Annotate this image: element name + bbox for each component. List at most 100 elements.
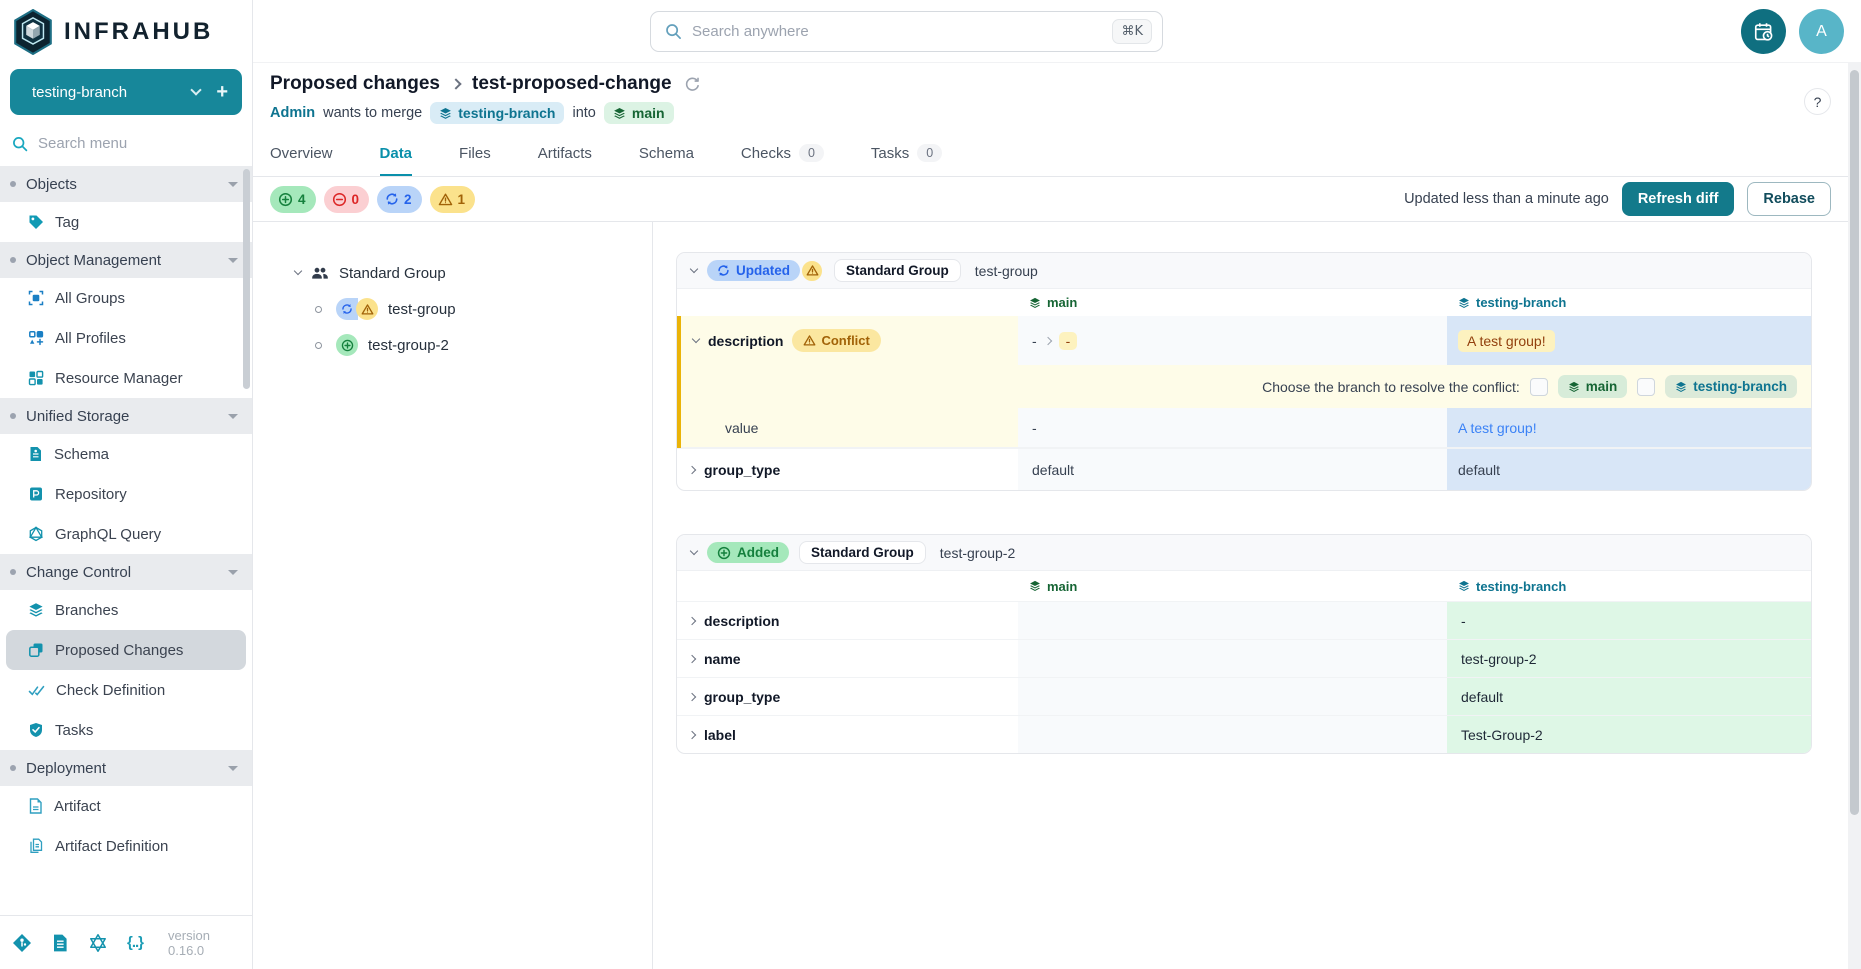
property-row-value: value - A test group! [681,408,1811,448]
column-headers: main testing-branch [677,571,1811,601]
menu-group-unified-storage[interactable]: Unified Storage [0,398,252,434]
conflict-count-badge: 1 [430,186,476,213]
avatar[interactable]: A [1799,9,1844,54]
tab-files[interactable]: Files [459,130,491,176]
sidebar-footer: {..} version 0.16.0 [0,915,252,969]
repository-icon [28,486,44,502]
attribute-toggle[interactable]: description [677,602,1018,639]
logo[interactable]: INFRAHUB [0,0,252,61]
sidebar-item-artifact-definition[interactable]: Artifact Definition [0,826,252,866]
attribute-toggle[interactable]: group_type [677,678,1018,715]
diff-card-header[interactable]: Updated Standard Group test-group [677,253,1811,289]
branch-icon [439,107,452,120]
column-headers: main testing-branch [677,289,1811,316]
time-travel-button[interactable] [1741,9,1786,54]
docs-icon[interactable] [51,933,69,953]
sidebar-item-schema[interactable]: Schema [0,434,252,474]
resolve-branch-badge[interactable]: testing-branch [1665,375,1797,398]
menu-group-change-control[interactable]: Change Control [0,554,252,590]
swagger-icon[interactable]: {..} [127,934,143,951]
diff-card-header[interactable]: Added Standard Group test-group-2 [677,535,1811,571]
attribute-row-name: name test-group-2 [677,639,1811,677]
sidebar-item-all-profiles[interactable]: All Profiles [0,318,252,358]
sidebar: INFRAHUB testing-branch + Objects Tag [0,0,253,969]
page-scrollbar[interactable] [1848,63,1861,969]
attribute-toggle[interactable]: label [677,716,1018,753]
menu-group-deployment[interactable]: Deployment [0,750,252,786]
tree-node-test-group[interactable]: test-group [295,294,642,324]
resolve-main-badge[interactable]: main [1558,375,1628,398]
chevron-right-icon [688,616,696,624]
object-name: test-group-2 [940,545,1015,561]
breadcrumb: Proposed changes test-proposed-change [270,73,1861,95]
tree-node-test-group-2[interactable]: test-group-2 [295,330,642,360]
added-node-icon [336,334,358,356]
topbar: ⌘K A [253,0,1861,63]
sidebar-item-check-definition[interactable]: Check Definition [0,670,252,710]
menu-group-objects[interactable]: Objects [0,166,252,202]
tab-artifacts[interactable]: Artifacts [538,130,592,176]
create-branch-button[interactable]: + [216,81,228,104]
chevron-down-icon[interactable] [191,84,202,95]
source-branch-badge[interactable]: testing-branch [430,102,564,124]
branches-icon [28,602,44,618]
schema-icon [28,446,43,462]
attribute-toggle[interactable]: group_type [677,449,1018,490]
author-name[interactable]: Admin [270,105,315,121]
group-dot-icon [10,569,16,575]
checks-count-badge: 0 [799,144,824,162]
menu-group-object-management[interactable]: Object Management [0,242,252,278]
refresh-diff-button[interactable]: Refresh diff [1622,182,1735,216]
tab-schema[interactable]: Schema [639,130,694,176]
page-header: Proposed changes test-proposed-change Ad… [253,63,1861,130]
tab-data[interactable]: Data [380,130,413,176]
tag-icon [28,214,44,230]
tab-tasks[interactable]: Tasks0 [871,130,942,176]
app-window: INFRAHUB testing-branch + Objects Tag [0,0,1861,969]
tasks-icon [28,722,44,738]
global-search[interactable]: ⌘K [650,11,1163,52]
main-value-cell: - [1018,408,1447,447]
main-checkbox[interactable] [1530,378,1548,396]
sidebar-item-proposed-changes[interactable]: Proposed Changes [6,630,246,670]
breadcrumb-root[interactable]: Proposed changes [270,73,440,95]
branch-column-header: testing-branch [1447,571,1811,601]
diff-card-test-group: Updated Standard Group test-group main [676,252,1812,491]
sidebar-item-branches[interactable]: Branches [0,590,252,630]
sidebar-item-tasks[interactable]: Tasks [0,710,252,750]
attribute-row-group-type: group_type default [677,677,1811,715]
scrollbar-thumb[interactable] [1850,70,1859,815]
brand-name: INFRAHUB [64,18,213,46]
refresh-icon[interactable] [684,76,701,93]
attribute-toggle[interactable]: description Conflict [681,316,1018,365]
artifact-definition-icon [28,838,44,854]
git-icon[interactable] [12,933,32,953]
sync-icon [385,192,399,206]
main-value-cell: default [1018,449,1447,490]
menu-search-input[interactable] [38,135,218,152]
attribute-toggle[interactable]: name [677,640,1018,677]
node-bullet-icon [315,342,322,349]
current-branch: testing-branch [32,84,192,101]
tab-checks[interactable]: Checks0 [741,130,824,176]
search-shortcut: ⌘K [1112,19,1152,44]
chevron-down-icon [690,546,698,554]
sidebar-item-repository[interactable]: Repository [0,474,252,514]
help-button[interactable]: ? [1804,88,1831,115]
graphql-sandbox-icon[interactable] [88,933,108,953]
collapse-caret-icon [228,766,238,771]
global-search-input[interactable] [692,23,1102,40]
tab-overview[interactable]: Overview [270,130,333,176]
sidebar-item-tag[interactable]: Tag [0,202,252,242]
branch-selector[interactable]: testing-branch + [10,69,242,115]
sidebar-item-graphql-query[interactable]: GraphQL Query [0,514,252,554]
sidebar-item-all-groups[interactable]: All Groups [0,278,252,318]
sidebar-item-resource-manager[interactable]: Resource Manager [0,358,252,398]
tree-node-standard-group[interactable]: Standard Group [295,258,642,288]
branch-checkbox[interactable] [1637,378,1655,396]
rebase-button[interactable]: Rebase [1747,182,1831,216]
target-branch-badge[interactable]: main [604,102,674,124]
sidebar-item-artifact[interactable]: Artifact [0,786,252,826]
sidebar-menu: Objects Tag Object Management All Groups… [0,166,252,915]
sidebar-scrollbar[interactable] [243,169,250,389]
